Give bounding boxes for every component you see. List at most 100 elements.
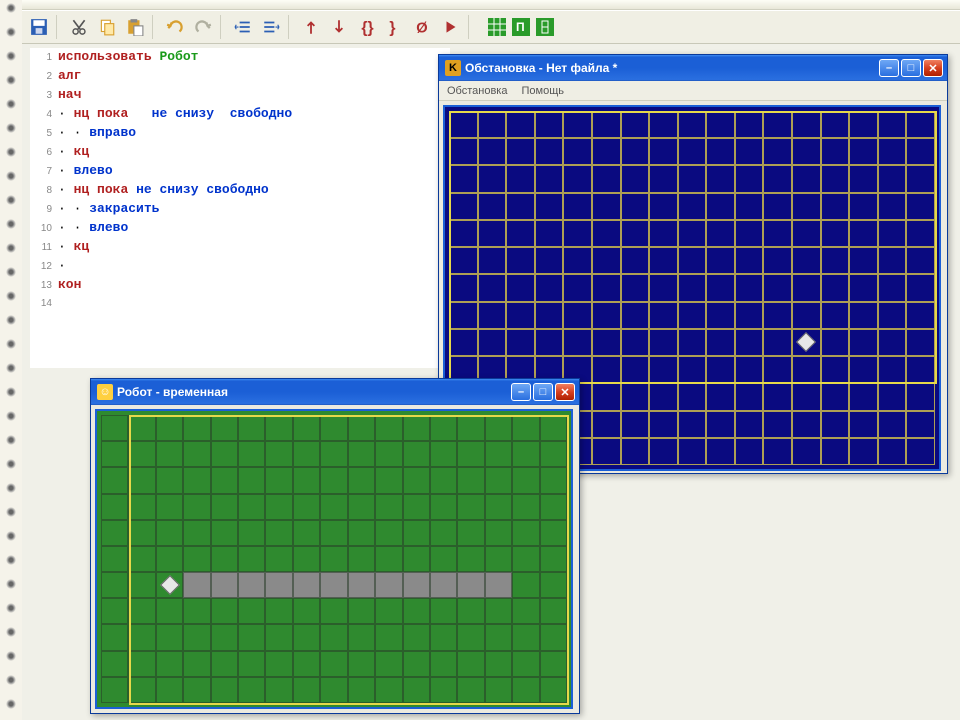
- grid-cell[interactable]: [621, 220, 650, 247]
- grid-cell[interactable]: [320, 546, 347, 572]
- grid-cell[interactable]: [430, 572, 457, 598]
- grid-cell[interactable]: [238, 677, 265, 703]
- grid-cell[interactable]: [792, 411, 821, 438]
- grid-cell[interactable]: [449, 193, 478, 220]
- grid-cell[interactable]: [792, 247, 821, 274]
- grid-cell[interactable]: [183, 598, 210, 624]
- code-editor[interactable]: 1использовать Робот2алг3нач4· нц пока не…: [30, 48, 450, 368]
- grid-cell[interactable]: [430, 651, 457, 677]
- grid-cell[interactable]: [678, 329, 707, 356]
- grid-cell[interactable]: [506, 111, 535, 138]
- grid-cell[interactable]: [535, 329, 564, 356]
- close-button[interactable]: ✕: [923, 59, 943, 77]
- grid-cell[interactable]: [821, 383, 850, 410]
- grid-cell[interactable]: [506, 138, 535, 165]
- grid-cell[interactable]: [821, 411, 850, 438]
- grid-cell[interactable]: [706, 411, 735, 438]
- grid-cell[interactable]: [592, 302, 621, 329]
- grid-cell[interactable]: [678, 274, 707, 301]
- grid-cell[interactable]: [763, 138, 792, 165]
- environment-titlebar[interactable]: K Обстановка - Нет файла * – □ ✕: [439, 55, 947, 81]
- grid-cell[interactable]: [156, 677, 183, 703]
- grid-cell[interactable]: [457, 467, 484, 493]
- grid-cell[interactable]: [592, 193, 621, 220]
- grid-cell[interactable]: [403, 441, 430, 467]
- grid-cell[interactable]: [512, 598, 539, 624]
- grid-cell[interactable]: [265, 624, 292, 650]
- grid-cell[interactable]: [375, 415, 402, 441]
- grid-cell[interactable]: [735, 111, 764, 138]
- grid-cell[interactable]: [540, 415, 567, 441]
- grid-cell[interactable]: [878, 111, 907, 138]
- grid-cell[interactable]: [449, 247, 478, 274]
- grid-cell[interactable]: [156, 651, 183, 677]
- grid-cell[interactable]: [485, 520, 512, 546]
- grid-cell[interactable]: [821, 302, 850, 329]
- grid-cell[interactable]: [849, 165, 878, 192]
- grid-cell[interactable]: [563, 247, 592, 274]
- paste-icon[interactable]: [122, 14, 148, 40]
- grid-cell[interactable]: [906, 111, 935, 138]
- grid-cell[interactable]: [128, 441, 155, 467]
- grid-cell[interactable]: [906, 220, 935, 247]
- grid-cell[interactable]: [821, 274, 850, 301]
- code-line[interactable]: 4· нц пока не снизу свободно: [30, 105, 450, 124]
- grid-cell[interactable]: [265, 651, 292, 677]
- grid-cell[interactable]: [512, 651, 539, 677]
- grid-cell[interactable]: [763, 356, 792, 383]
- grid-cell[interactable]: [506, 329, 535, 356]
- grid-cell[interactable]: [621, 247, 650, 274]
- grid-cell[interactable]: [821, 193, 850, 220]
- grid-cell[interactable]: [678, 438, 707, 465]
- grid-cell[interactable]: [449, 274, 478, 301]
- grid-cell[interactable]: [478, 274, 507, 301]
- grid-cell[interactable]: [293, 441, 320, 467]
- grid-cell[interactable]: [878, 383, 907, 410]
- grid-cell[interactable]: [535, 247, 564, 274]
- grid-cell[interactable]: [485, 441, 512, 467]
- grid-cell[interactable]: [211, 677, 238, 703]
- grid-cell[interactable]: [156, 572, 183, 598]
- grid-cell[interactable]: [735, 411, 764, 438]
- grid-cell[interactable]: [706, 165, 735, 192]
- grid-cell[interactable]: [792, 165, 821, 192]
- grid-cell[interactable]: [649, 193, 678, 220]
- cut-icon[interactable]: [66, 14, 92, 40]
- maximize-button[interactable]: □: [901, 59, 921, 77]
- grid-cell[interactable]: [706, 438, 735, 465]
- grid-cell[interactable]: [265, 677, 292, 703]
- grid-cell[interactable]: [183, 546, 210, 572]
- grid-cell[interactable]: [621, 274, 650, 301]
- grid-cell[interactable]: [792, 383, 821, 410]
- grid-cell[interactable]: [156, 520, 183, 546]
- grid-cell[interactable]: [485, 546, 512, 572]
- grid-cell[interactable]: [678, 220, 707, 247]
- menu-help[interactable]: Помощь: [521, 85, 564, 97]
- grid-cell[interactable]: [265, 441, 292, 467]
- grid-cell[interactable]: [706, 193, 735, 220]
- grid-cell[interactable]: [156, 598, 183, 624]
- grid-cell[interactable]: [540, 624, 567, 650]
- grid-cell[interactable]: [592, 274, 621, 301]
- grid-cell[interactable]: [293, 494, 320, 520]
- grid-cell[interactable]: [735, 274, 764, 301]
- grid-cell[interactable]: [348, 520, 375, 546]
- grid-cell[interactable]: [706, 274, 735, 301]
- grid-cell[interactable]: [849, 356, 878, 383]
- code-line[interactable]: 7· влево: [30, 162, 450, 181]
- grid-cell[interactable]: [183, 677, 210, 703]
- grid-cell[interactable]: [906, 302, 935, 329]
- grid-cell[interactable]: [348, 651, 375, 677]
- grid-cell[interactable]: [375, 624, 402, 650]
- grid-cell[interactable]: [706, 302, 735, 329]
- grid-cell[interactable]: [101, 546, 128, 572]
- grid-cell[interactable]: [821, 438, 850, 465]
- grid-cell[interactable]: [878, 220, 907, 247]
- grid-cell[interactable]: [320, 415, 347, 441]
- grid-cell[interactable]: [211, 415, 238, 441]
- grid-cell[interactable]: [348, 546, 375, 572]
- grid-cell[interactable]: [678, 411, 707, 438]
- grid-cell[interactable]: [265, 598, 292, 624]
- grid-cell[interactable]: [792, 356, 821, 383]
- grid-cell[interactable]: [763, 220, 792, 247]
